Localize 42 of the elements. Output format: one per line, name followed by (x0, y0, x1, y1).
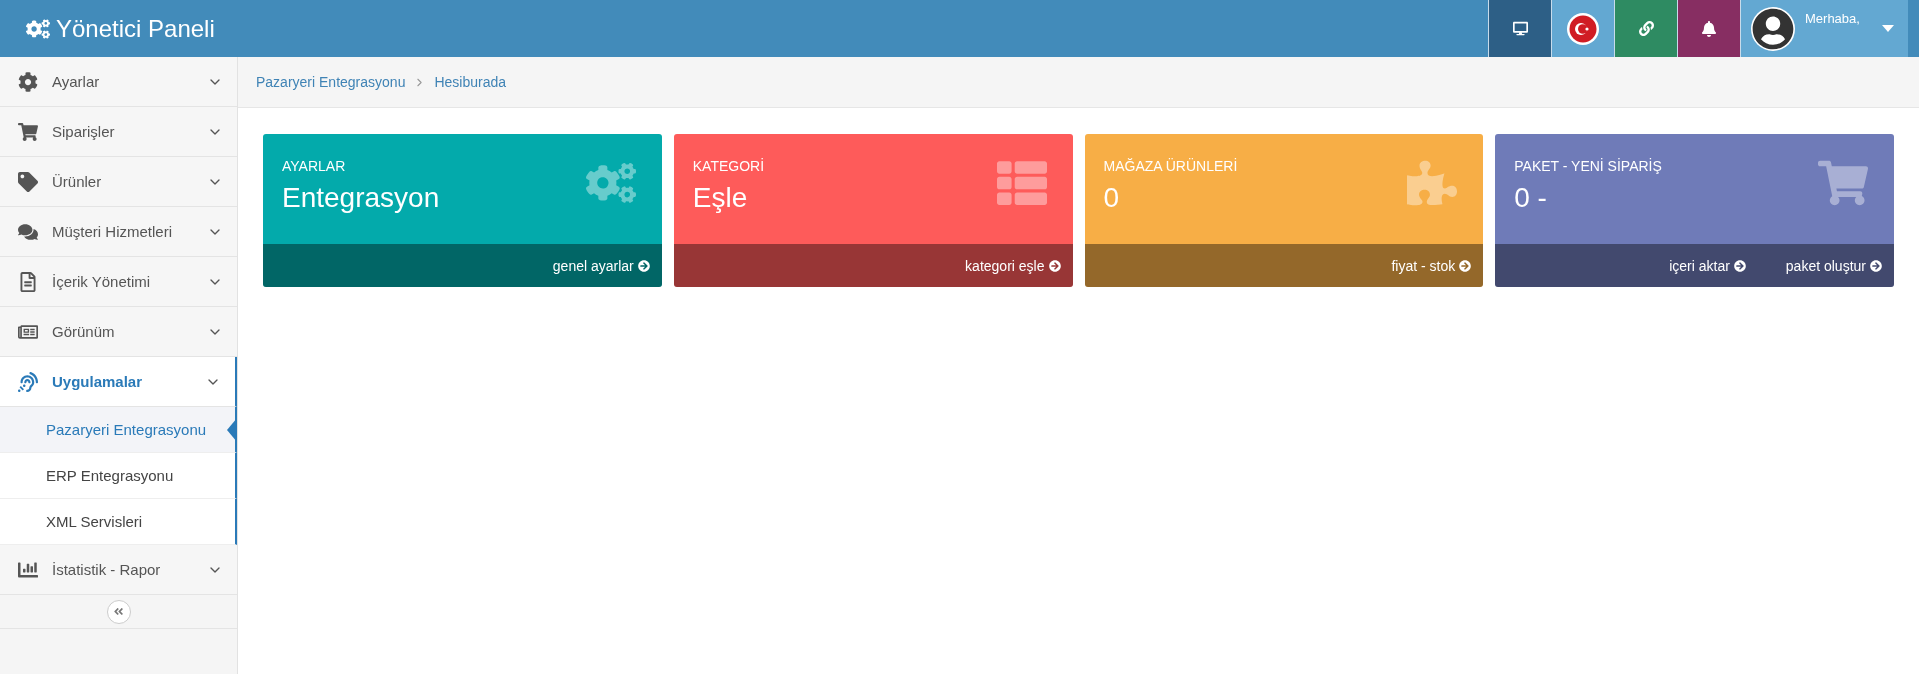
collapse-button[interactable] (106, 599, 131, 624)
bell-button[interactable] (1677, 0, 1740, 57)
caret-icon (1882, 25, 1894, 32)
card-label: KATEGORİ (692, 158, 766, 174)
card-value: Eşle (692, 182, 749, 214)
ear-icon (18, 371, 38, 392)
list-icon (996, 158, 1047, 208)
card-link[interactable]: fiyat - stok (1391, 257, 1472, 274)
card-link[interactable]: genel ayarlar (552, 257, 650, 274)
card-link[interactable]: paket oluştur (1785, 257, 1882, 274)
monitor-button[interactable] (1488, 0, 1551, 57)
app-title: Yönetici Paneli (56, 14, 215, 43)
card-link[interactable]: kategori eşle (965, 257, 1061, 274)
monitor-icon (1512, 21, 1528, 36)
flag-button[interactable] (1551, 0, 1614, 57)
submenu-item[interactable]: ERP Entegrasyonu (0, 453, 237, 499)
menu-item[interactable]: Uygulamalar (0, 357, 237, 407)
double-chevron-left-icon (113, 606, 124, 617)
cart-icon (1818, 158, 1868, 208)
card-link[interactable]: içeri aktar (1669, 257, 1746, 274)
breadcrumb-link[interactable]: Hesiburada (434, 74, 507, 90)
gears-icon (26, 16, 50, 41)
chat-bubbles-icon (18, 221, 38, 242)
card-value: 0 (1103, 182, 1121, 214)
flag-icon (1566, 11, 1600, 46)
document-icon (18, 271, 38, 292)
avatar-icon (1751, 6, 1795, 51)
link-icon (1638, 21, 1654, 36)
card-label: AYARLAR (282, 158, 347, 174)
card-value: 0 - (1514, 182, 1548, 214)
tag-icon (18, 171, 38, 192)
breadcrumb-link[interactable]: Pazaryeri Entegrasyonu (256, 74, 406, 90)
submenu-item[interactable]: XML Servisleri (0, 499, 237, 545)
bell-icon (1701, 20, 1717, 37)
cart-icon (18, 121, 38, 142)
active-pointer (227, 418, 237, 442)
card-value: Entegrasyon (282, 182, 441, 214)
card-label: MAĞAZA ÜRÜNLERİ (1103, 158, 1239, 174)
card-label: PAKET - YENİ SİPARİŞ (1514, 158, 1663, 174)
gear-icon (18, 71, 38, 92)
submenu-item[interactable]: Pazaryeri Entegrasyonu (0, 407, 237, 453)
puzzle-piece-icon (1407, 158, 1458, 208)
